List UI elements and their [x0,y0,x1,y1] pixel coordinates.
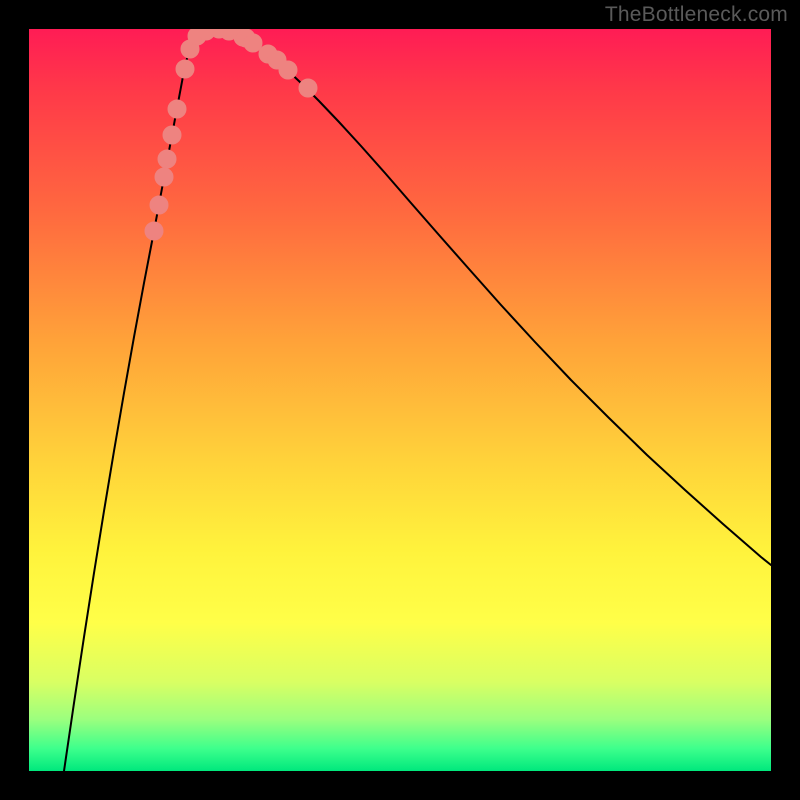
marker-point [244,34,262,52]
chart-root: TheBottleneck.com [0,0,800,800]
plot-area [29,29,771,771]
marker-point [279,61,297,79]
marker-point [145,222,163,240]
watermark-text: TheBottleneck.com [605,3,788,27]
marker-point [158,150,176,168]
plot-svg [29,29,771,771]
marker-point [168,100,186,118]
marker-point [163,126,181,144]
data-markers [145,29,317,240]
left-arm-markers [145,29,215,240]
marker-point [155,168,173,186]
marker-point [176,60,194,78]
marker-point [150,196,168,214]
marker-point [299,79,317,97]
right-arm-markers [210,29,317,97]
